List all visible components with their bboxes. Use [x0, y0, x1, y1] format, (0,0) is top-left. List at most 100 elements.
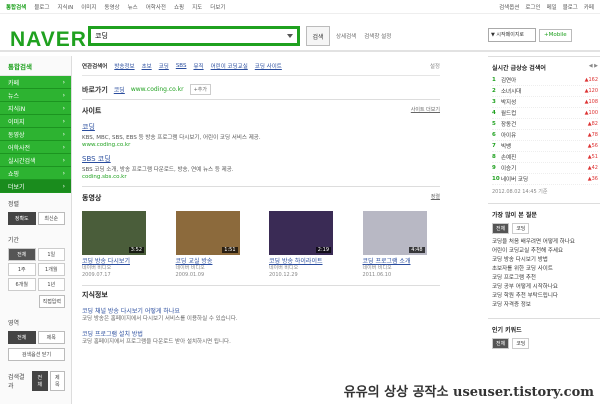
- site-title-link[interactable]: SBS 코딩: [82, 154, 440, 164]
- sidebar-title[interactable]: 통합검색: [0, 56, 71, 76]
- question-link[interactable]: 코딩 학원 추천 부탁드립니다: [492, 292, 598, 301]
- realtime-rank-item[interactable]: 6 아이유 ▲78: [492, 130, 598, 141]
- topright-link[interactable]: 카페: [584, 3, 594, 11]
- result-title-button[interactable]: 제목: [49, 371, 66, 391]
- rank-keyword[interactable]: 월드컵: [501, 109, 585, 117]
- close-options-button[interactable]: 검색옵션 닫기: [8, 348, 65, 361]
- area-all-button[interactable]: 전체: [8, 331, 36, 344]
- realtime-rank-item[interactable]: 8 손예진 ▲51: [492, 152, 598, 163]
- period-all-button[interactable]: 전체: [8, 248, 36, 261]
- sidebar-item[interactable]: 이미지 ›: [0, 115, 71, 128]
- period-1week-button[interactable]: 1주: [8, 263, 36, 276]
- sort-latest-button[interactable]: 최신순: [37, 212, 65, 225]
- rank-keyword[interactable]: 박지성: [501, 98, 585, 106]
- topnav-item[interactable]: 블로그: [34, 3, 49, 11]
- topnav-item[interactable]: 통합검색: [6, 3, 26, 11]
- topnav-item[interactable]: 동영상: [104, 3, 119, 11]
- video-item[interactable]: 1:51 코딩 교실 방송 네이버 비디오 2009.01.09: [175, 211, 254, 279]
- rank-keyword[interactable]: 네이버 코딩: [501, 175, 588, 183]
- rank-keyword[interactable]: 이승기: [501, 164, 588, 172]
- area-title-button[interactable]: 제목: [37, 331, 65, 344]
- video-item[interactable]: 2:19 코딩 방송 하이라이트 네이버 비디오 2010.12.29: [269, 211, 347, 279]
- related-keyword[interactable]: 코딩 사이트: [255, 62, 282, 70]
- video-item[interactable]: 3:52 코딩 방송 다시보기 네이버 비디오 2009.07.17: [82, 211, 160, 279]
- video-thumbnail[interactable]: 2:19: [269, 211, 333, 255]
- period-custom-button[interactable]: 직접입력: [38, 295, 65, 308]
- site-url-link[interactable]: www.coding.co.kr: [82, 142, 440, 148]
- topnav-item[interactable]: 지식iN: [57, 3, 73, 11]
- search-button[interactable]: 검색: [306, 26, 330, 46]
- sidebar-item[interactable]: 쇼핑 ›: [0, 167, 71, 180]
- realtime-rank-item[interactable]: 10 네이버 코딩 ▲36: [492, 174, 598, 185]
- period-1month-button[interactable]: 1개월: [37, 263, 65, 276]
- related-keyword[interactable]: 방송정보: [114, 62, 134, 70]
- questions-tab-all[interactable]: 전체: [492, 223, 510, 234]
- shortcut-url[interactable]: www.coding.co.kr: [131, 86, 184, 93]
- realtime-nav-arrows-icon[interactable]: ◀ ▶: [589, 63, 598, 72]
- realtime-rank-item[interactable]: 9 이승기 ▲42: [492, 163, 598, 174]
- dropdown-arrow-icon[interactable]: [287, 34, 293, 38]
- rank-keyword[interactable]: 소녀시대: [501, 87, 585, 95]
- sidebar-item[interactable]: 지식iN ›: [0, 102, 71, 115]
- rank-keyword[interactable]: 아이유: [501, 131, 588, 139]
- site-more-link[interactable]: 사이트 더보기: [411, 106, 440, 116]
- period-1year-button[interactable]: 1년: [37, 278, 65, 291]
- topnav-item[interactable]: 쇼핑: [174, 3, 184, 11]
- realtime-rank-item[interactable]: 5 장동건 ▲82: [492, 119, 598, 130]
- video-title-link[interactable]: 코딩 교실 방송: [176, 258, 254, 265]
- settings-link[interactable]: 설정: [430, 62, 440, 70]
- related-keyword[interactable]: 코딩: [159, 62, 169, 70]
- video-thumbnail[interactable]: 1:51: [175, 211, 240, 255]
- question-link[interactable]: 코딩을 처음 배우려면 어떻게 하나요: [492, 238, 598, 247]
- search-box[interactable]: [88, 26, 300, 46]
- topright-link[interactable]: 로그인: [525, 3, 540, 11]
- video-sort-link[interactable]: 정렬: [431, 193, 440, 203]
- topnav-item[interactable]: 이미지: [81, 3, 96, 11]
- topright-link[interactable]: 메일: [547, 3, 557, 11]
- knowledge-question-link[interactable]: 코딩 채널 방송 다시보기 어떻게 하나요: [82, 306, 440, 315]
- realtime-rank-item[interactable]: 4 월드컵 ▲100: [492, 108, 598, 119]
- question-link[interactable]: 코딩 자격증 정보: [492, 301, 598, 310]
- realtime-rank-item[interactable]: 2 소녀시대 ▲120: [492, 86, 598, 97]
- video-title-link[interactable]: 코딩 방송 하이라이트: [269, 258, 347, 265]
- sidebar-item[interactable]: 뉴스 ›: [0, 89, 71, 102]
- period-6month-button[interactable]: 6개월: [8, 278, 36, 291]
- video-title-link[interactable]: 코딩 프로그램 소개: [363, 258, 441, 265]
- question-link[interactable]: 코딩 공부 어떻게 시작하나요: [492, 283, 598, 292]
- rank-keyword[interactable]: 빅뱅: [501, 142, 588, 150]
- topright-link[interactable]: 블로그: [563, 3, 578, 11]
- site-title-link[interactable]: 코딩: [82, 122, 440, 132]
- video-item[interactable]: 4:48 코딩 프로그램 소개 네이버 비디오 2011.06.10: [362, 211, 441, 279]
- questions-tab-topic[interactable]: 코딩: [512, 223, 530, 234]
- topnav-item[interactable]: 어학사전: [146, 3, 166, 11]
- question-link[interactable]: 어린이 코딩교실 추천해 주세요: [492, 247, 598, 256]
- related-keyword[interactable]: 뮤직: [193, 62, 203, 70]
- shortcut-add-button[interactable]: +추가: [189, 84, 211, 95]
- video-thumbnail[interactable]: 3:52: [82, 211, 146, 255]
- sidebar-item[interactable]: 동영상 ›: [0, 128, 71, 141]
- video-thumbnail[interactable]: 4:48: [362, 211, 427, 255]
- video-title-link[interactable]: 코딩 방송 다시보기: [82, 258, 160, 265]
- mobile-button[interactable]: +Mobile: [539, 28, 572, 42]
- search-input[interactable]: [91, 29, 281, 43]
- question-link[interactable]: 코딩 방송 다시보기 방법: [492, 256, 598, 265]
- search-setting-link[interactable]: 검색창 설정: [364, 32, 391, 40]
- related-keyword[interactable]: 어린이 코딩교실: [211, 62, 248, 70]
- rank-keyword[interactable]: 장동건: [501, 120, 588, 128]
- sidebar-item[interactable]: 어학사전 ›: [0, 141, 71, 154]
- period-1day-button[interactable]: 1일: [37, 248, 65, 261]
- naver-logo[interactable]: NAVER: [10, 28, 87, 52]
- related-keyword[interactable]: SBS: [176, 63, 187, 69]
- topnav-item[interactable]: 지도: [192, 3, 202, 11]
- hotkeywords-tab-topic[interactable]: 코딩: [512, 338, 530, 349]
- topright-link[interactable]: 검색옵션: [499, 3, 519, 11]
- hotkeywords-tab-all[interactable]: 전체: [492, 338, 510, 349]
- start-page-select[interactable]: ▼ 시작페이지로: [488, 28, 536, 42]
- sort-accuracy-button[interactable]: 정확도: [8, 212, 36, 225]
- sidebar-item[interactable]: 카페 ›: [0, 76, 71, 89]
- realtime-rank-item[interactable]: 3 박지성 ▲108: [492, 97, 598, 108]
- rank-keyword[interactable]: 손예진: [501, 153, 588, 161]
- site-url-link[interactable]: coding.sbs.co.kr: [82, 174, 440, 180]
- sidebar-item-more[interactable]: 더보기 ›: [0, 180, 71, 193]
- topnav-item[interactable]: 더보기: [210, 3, 225, 11]
